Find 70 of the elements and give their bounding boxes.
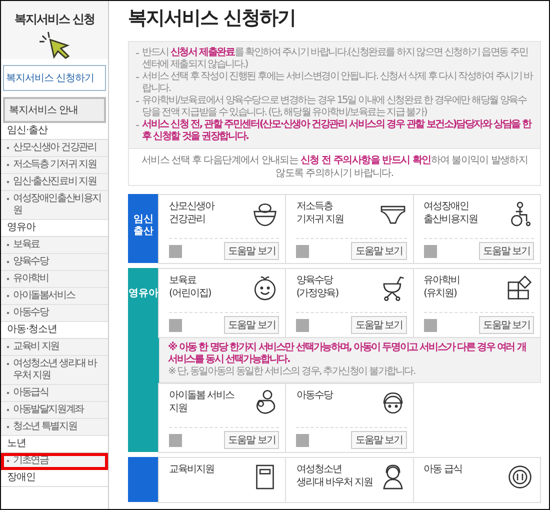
notice-text: 반드시 신청서 제출완료를 확인하여 주시기 바랍니다.(신청완료를 하지 않으면 신청하기 읍면동 주민센터에 제출되지 않습니다.) [135, 47, 534, 71]
sidebar-item[interactable]: 아동급식 [1, 385, 108, 402]
help-button[interactable]: 도움말 보기 [478, 242, 534, 260]
checkbox[interactable] [169, 318, 182, 332]
plate-icon [506, 463, 534, 491]
sidebar-item[interactable]: 아동수당 [1, 305, 108, 322]
service-name: 아동수당 [296, 389, 332, 402]
sidebar-item[interactable]: 청소년 특별지원 [1, 419, 108, 436]
service-card[interactable]: 유아학비 (유치원) 도움말 보기 [412, 268, 541, 338]
service-name: 유아학비 (유치원) [424, 274, 460, 300]
sidebar-item[interactable]: 여성청소년 생리대 바우처 지원 [1, 356, 108, 385]
help-button[interactable]: 도움말 보기 [351, 242, 407, 260]
note-text: ※ 아동 한 명당 한가지 서비스만 선택가능하며, 아동이 두명이고 서비스가 다른 경우 여러 개 서비스를 동시 선택가능합니다. [168, 342, 527, 366]
service-card[interactable]: 아동 급식 [412, 457, 541, 503]
service-card[interactable]: 보육료 (어린이집) 도움말 보기 [158, 268, 286, 338]
page-title: 복지서비스 신청하기 [128, 6, 297, 31]
blocks-icon [506, 274, 534, 302]
help-button[interactable]: 도움말 보기 [224, 242, 280, 260]
sidebar-item[interactable]: 여성장애인출산비용지원 [1, 191, 108, 220]
service-card[interactable]: 여성청소년 생리대 바우처 지원 [285, 457, 414, 503]
service-card[interactable]: 교육비지원 [158, 457, 286, 503]
service-card[interactable]: 아동수당 도움말 보기 [285, 383, 414, 453]
guide-header: 복지서비스 안내 [3, 97, 106, 123]
category-label: 영유아 [128, 288, 158, 301]
caution-text: 서비스 선택 후 다음단계에서 안내되는 신청 전 주의사항을 반드시 확인하여 불이익이 발생하지 않도록 주의하시기 바랍니다. [128, 149, 541, 186]
notice-text: 서비스 선택 후 작성이 진행된 후에는 서비스변경이 안됩니다. 신청서 삭제 후 다시 작성하여 주시기 바랍니다. [135, 71, 534, 95]
sidebar-title: 복지서비스 신청 [14, 11, 95, 28]
checkbox[interactable] [424, 318, 437, 332]
service-name: 보육료 (어린이집) [169, 274, 211, 300]
help-button[interactable]: 도움말 보기 [224, 431, 280, 449]
sidebar-item[interactable]: 교육비 지원 [1, 339, 108, 356]
checkbox[interactable] [296, 318, 310, 332]
sidebar-category[interactable]: 장애인 [1, 470, 108, 487]
sidebar-item[interactable]: 산모·신생아 건강관리 [1, 140, 108, 157]
cursor-icon [38, 30, 72, 59]
service-card[interactable]: 아이돌봄 서비스 지원 도움말 보기 [158, 383, 286, 453]
service-name: 산모신생아 건강관리 [169, 200, 214, 226]
service-card[interactable]: 여성장애인 출산비용지원 도움말 보기 [412, 194, 541, 264]
sidebar-item[interactable]: 임신·출산진료비 지원 [1, 174, 108, 191]
checkbox[interactable] [296, 244, 310, 258]
sidebar-item[interactable]: 기초연금 [1, 453, 108, 470]
sidebar-item[interactable]: 양육수당 [1, 254, 108, 271]
service-name: 아이돌봄 서비스 지원 [169, 389, 234, 415]
service-card[interactable]: 산모신생아 건강관리 도움말 보기 [158, 194, 286, 264]
checkbox[interactable] [424, 244, 437, 258]
service-name: 양육수당 (가정양육) [296, 274, 338, 300]
apply-button[interactable]: 복지서비스 신청하기 [3, 65, 106, 91]
service-card[interactable]: 저소득층 기저귀 지원 도움말 보기 [285, 194, 414, 264]
checkbox[interactable] [296, 434, 310, 446]
category-label: 임신 출산 [134, 214, 154, 239]
help-button[interactable]: 도움말 보기 [351, 431, 407, 449]
service-name: 교육비지원 [169, 463, 214, 476]
notice-text: 유아학비/보육료에서 양육수당으로 변경하는 경우 15일 이내에 신청완료 한 경우에만 해당월 양육수당을 전액 지급받을 수 있습니다. (단, 해당월 유아학비/보육료는 지급 불가) [135, 95, 534, 119]
checkbox[interactable] [169, 244, 182, 258]
service-name: 여성장애인 출산비용지원 [424, 200, 478, 226]
help-button[interactable]: 도움말 보기 [478, 316, 534, 334]
sidebar-item[interactable]: 아동발달지원계좌 [1, 402, 108, 419]
service-name: 아동 급식 [424, 463, 462, 476]
help-button[interactable]: 도움말 보기 [224, 316, 280, 334]
notice-text: 서비스 신청 전, 관할 주민센터(산모·신생아 건강관리 서비스의 경우 관할 보건소)담당자와 상담을 한 후 신청할 것을 권장합니다. [135, 119, 534, 143]
service-name: 저소득층 기저귀 지원 [296, 200, 344, 226]
checkbox[interactable] [169, 434, 182, 446]
note-text: ※ 단, 동일아동의 동일한 서비스의 경우, 추가신청이 불가합니다. [168, 366, 416, 378]
sidebar-item[interactable]: 보육료 [1, 237, 108, 254]
help-button[interactable]: 도움말 보기 [351, 316, 407, 334]
sidebar-item[interactable]: 유아학비 [1, 271, 108, 288]
service-card[interactable]: 양육수당 (가정양육) 도움말 보기 [285, 268, 414, 338]
service-name: 여성청소년 생리대 바우처 지원 [296, 463, 373, 489]
sidebar-item[interactable]: 아이돌봄서비스 [1, 288, 108, 305]
sidebar-item[interactable]: 저소득층 기저귀 지원 [1, 157, 108, 174]
